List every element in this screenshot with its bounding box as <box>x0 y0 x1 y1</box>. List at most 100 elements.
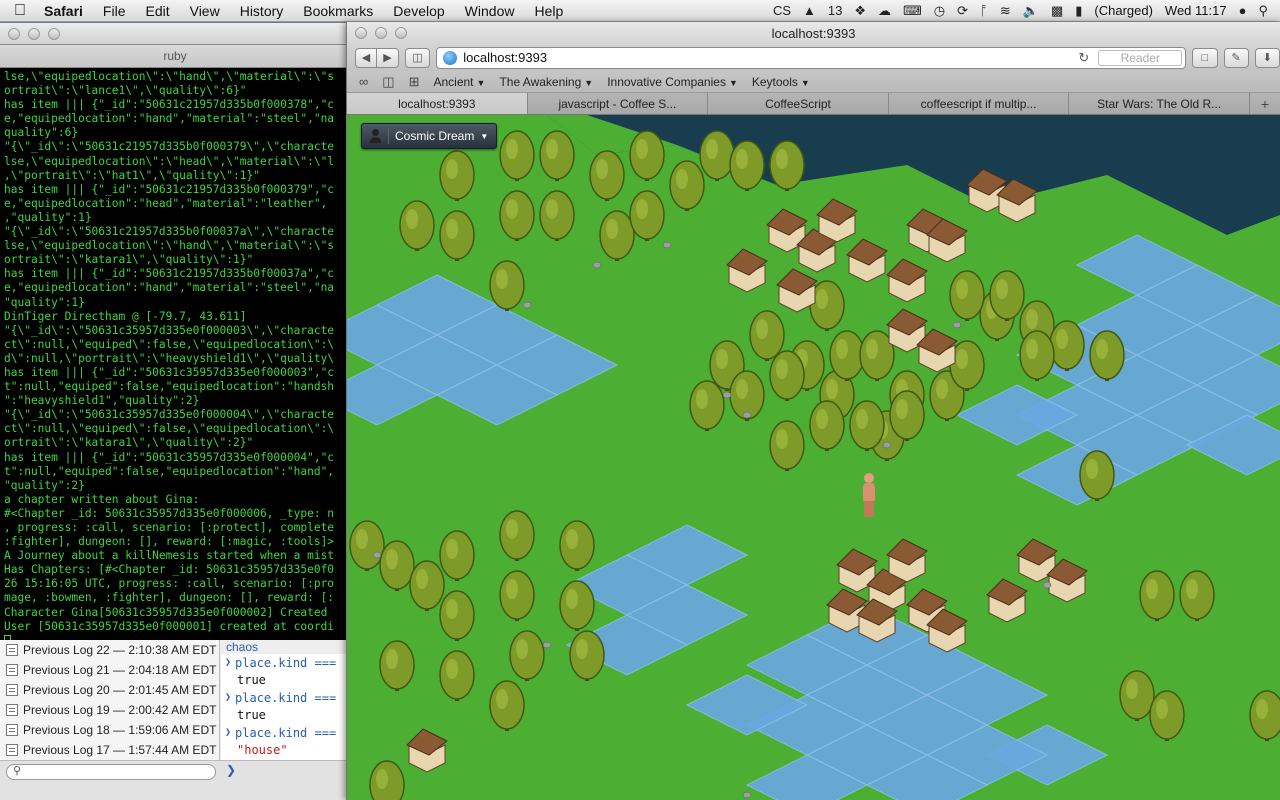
back-button[interactable]: ◀ <box>355 47 377 68</box>
download-icon[interactable]: ⬇ <box>1254 47 1280 68</box>
menu-help[interactable]: Help <box>524 3 573 19</box>
terminal-line: ct\":null,\"equiped\":false,\"equipedloc… <box>4 337 335 351</box>
input-icon[interactable]: ▩ <box>1051 3 1063 19</box>
console-output[interactable]: ❯ place.kind === true ❯ place.kind === tru… <box>221 654 350 760</box>
battery-icon[interactable]: ▮ <box>1075 3 1082 19</box>
terminal-line: ct\":null,\"equiped\":false,\"equipedloc… <box>4 422 335 436</box>
isometric-map[interactable] <box>347 115 1280 800</box>
globe-icon <box>443 50 458 65</box>
apple-menu-icon[interactable]:  <box>0 2 40 20</box>
terminal-line: e,"equipedlocation":"hand","material":"s… <box>4 112 335 126</box>
keyboard-icon[interactable]: ⌨ <box>903 3 922 19</box>
forward-button[interactable]: ▶ <box>377 47 399 68</box>
log-icon <box>6 744 18 756</box>
new-tab-button[interactable]: + <box>1250 93 1280 114</box>
world-selector-label: Cosmic Dream <box>395 129 475 143</box>
menu-edit[interactable]: Edit <box>135 3 179 19</box>
tab-view-button[interactable]: □ <box>1192 47 1218 68</box>
terminal-tab[interactable]: ruby <box>0 45 350 68</box>
console-prompt-icon[interactable]: ❯ <box>226 763 236 777</box>
zoom-button[interactable] <box>48 27 60 40</box>
sync-icon[interactable]: ⟳ <box>957 3 968 19</box>
wifi-icon[interactable]: ≋ <box>1000 3 1011 19</box>
menu-bookmarks[interactable]: Bookmarks <box>293 3 383 19</box>
log-row[interactable]: Previous Log 18 — 1:59:06 AM EDT <box>0 720 219 740</box>
terminal-line: has item ||| {"_id":"50631c35957d335e0f0… <box>4 450 335 464</box>
reader-button[interactable]: Reader <box>1098 49 1183 66</box>
inspector-bottom-bar: ⚲ ❯ <box>0 760 350 800</box>
search-icon: ⚲ <box>13 765 22 777</box>
log-search-field[interactable]: ⚲ <box>6 764 216 780</box>
tab-coffeescript-if[interactable]: coffeescript if multip... <box>889 93 1070 114</box>
menu-history[interactable]: History <box>230 3 294 19</box>
rock <box>592 261 602 269</box>
log-row[interactable]: Previous Log 21 — 2:04:18 AM EDT <box>0 660 219 680</box>
prompt-icon: ❯ <box>225 657 232 669</box>
terminal-line: ortrait\":\"lance1\",\"quality\":6}" <box>4 84 247 98</box>
bookmark-the-awakening[interactable]: The Awakening ▼ <box>499 75 593 89</box>
terminal-line: ortrait\":\"katara1\",\"quality\":1}" <box>4 253 254 267</box>
log-row[interactable]: Previous Log 22 — 2:10:38 AM EDT <box>0 640 219 660</box>
log-row[interactable]: Previous Log 19 — 2:00:42 AM EDT <box>0 700 219 720</box>
bookmark-keytools[interactable]: Keytools ▼ <box>752 75 810 89</box>
terminal-line: ,\"portrait\":\"hat1\",\"quality\":1}" <box>4 168 260 182</box>
terminal-output[interactable]: lse,\"equipedlocation\":\"hand\",\"mater… <box>0 68 350 658</box>
player-character[interactable] <box>863 473 875 517</box>
tab-star-wars[interactable]: Star Wars: The Old R... <box>1069 93 1250 114</box>
bluetooth-icon[interactable]: ᚩ <box>980 3 988 18</box>
close-button[interactable] <box>8 27 20 40</box>
time-machine-icon[interactable]: ◷ <box>934 3 945 19</box>
battery-status[interactable]: (Charged) <box>1094 3 1153 18</box>
log-row[interactable]: Previous Log 20 — 2:01:45 AM EDT <box>0 680 219 700</box>
terminal-line: "{\"_id\":\"50631c21957d335b0f000379\",\… <box>4 140 335 154</box>
terminal-line: e,"equipedlocation":"head","material":"l… <box>4 196 328 210</box>
tab-javascript-coffee[interactable]: javascript - Coffee S... <box>528 93 709 114</box>
rock <box>882 441 892 449</box>
log-icon <box>6 664 18 676</box>
game-canvas[interactable]: Cosmic Dream ▼ <box>347 115 1280 800</box>
address-bar[interactable]: localhost:9393 ↻ Reader <box>436 46 1187 69</box>
user-icon[interactable]: ● <box>1239 3 1247 18</box>
reading-list-icon[interactable]: ∞ <box>359 74 368 89</box>
adobe-count[interactable]: 13 <box>828 3 842 18</box>
console-fragment: chaos <box>226 640 259 654</box>
bookmark-innovative-companies[interactable]: Innovative Companies ▼ <box>607 75 738 89</box>
rock <box>742 411 752 419</box>
terminal-window: ruby lse,\"equipedlocation\":\"hand\",\"… <box>0 23 350 663</box>
menu-develop[interactable]: Develop <box>383 3 454 19</box>
console-input-line: ❯ place.kind === <box>225 655 337 670</box>
adobe-icon[interactable]: ▲ <box>803 3 816 18</box>
volume-icon[interactable]: 🔈 <box>1023 3 1039 19</box>
terminal-line: Character Gina[50631c35957d335e0f000002]… <box>4 605 328 619</box>
world-selector-button[interactable]: Cosmic Dream ▼ <box>361 123 498 149</box>
menu-view[interactable]: View <box>180 3 230 19</box>
top-sites-icon[interactable]: ⊞ <box>409 74 420 90</box>
bookmarks-book-button[interactable]: ◫ <box>405 47 431 68</box>
dropbox-icon[interactable]: ❖ <box>854 3 866 19</box>
address-text[interactable]: localhost:9393 <box>463 50 547 65</box>
console-input-line: ❯ place.kind === <box>225 725 337 740</box>
rock <box>542 641 552 649</box>
terminal-line: quality":6} <box>4 126 79 140</box>
tree <box>369 760 405 800</box>
spotlight-icon[interactable]: ⚲ <box>1258 3 1268 19</box>
tab-coffeescript[interactable]: CoffeeScript <box>708 93 889 114</box>
tab-localhost[interactable]: localhost:9393 <box>347 93 528 114</box>
app-menu[interactable]: Safari <box>40 3 93 19</box>
safari-toolbar: ◀ ▶ ◫ localhost:9393 ↻ Reader □ ✎ ⬇ <box>347 44 1280 71</box>
cloud-icon[interactable]: ☁ <box>878 3 891 19</box>
book-icon[interactable]: ◫ <box>382 74 394 90</box>
clock[interactable]: Wed 11:17 <box>1165 3 1227 18</box>
terminal-line: #<Chapter _id: 50631c35957d335e0f000006,… <box>4 506 335 520</box>
cs-status[interactable]: CS <box>773 3 791 18</box>
menu-file[interactable]: File <box>93 3 136 19</box>
menu-window[interactable]: Window <box>455 3 525 19</box>
terminal-line: lse,\"equipedlocation\":\"head\",\"mater… <box>4 154 335 168</box>
bookmark-ancient[interactable]: Ancient ▼ <box>433 75 485 89</box>
minimize-button[interactable] <box>28 27 40 40</box>
prompt-icon: ❯ <box>225 727 232 739</box>
log-row[interactable]: Previous Log 17 — 1:57:44 AM EDT <box>0 740 219 760</box>
rock <box>722 391 732 399</box>
edit-icon[interactable]: ✎ <box>1223 47 1249 68</box>
reload-icon[interactable]: ↻ <box>1078 50 1089 66</box>
